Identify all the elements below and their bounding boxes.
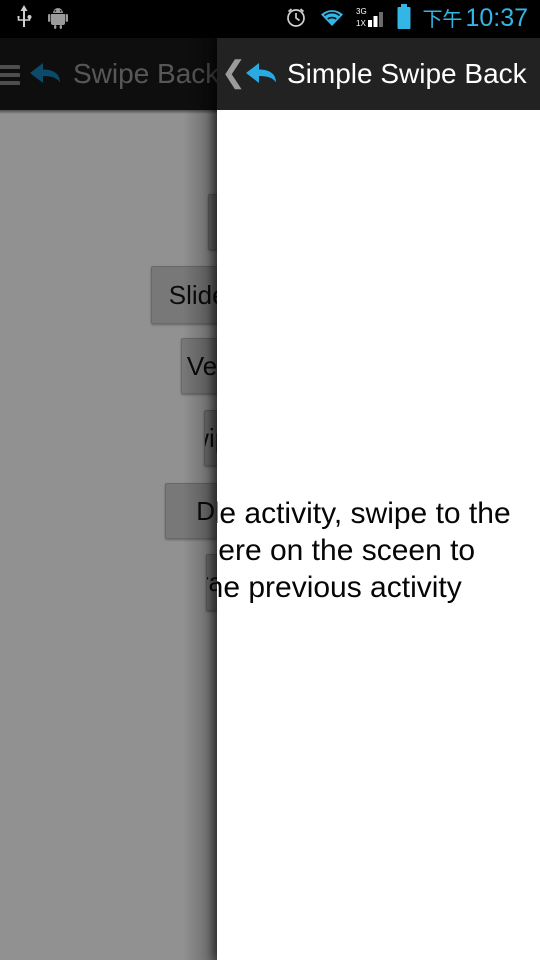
status-bar: 3G 1X 下午 10:37 (0, 0, 540, 38)
clock-time: 10:37 (465, 4, 528, 32)
alarm-clock-icon (284, 5, 308, 34)
previous-activity-content: Slide Back Slide Back No Shadow Vertical S… (0, 114, 217, 960)
current-activity-content: This is a simple activity, swipe to the … (217, 110, 540, 960)
blue-back-arrow-icon[interactable] (245, 60, 279, 90)
previous-activity-action-bar: Swipe Back (0, 38, 217, 110)
previous-activity-panel[interactable]: Swipe Back Slide Back Slide Back No Shado… (0, 38, 217, 960)
previous-activity-button[interactable]: Swipe Back Fragment (204, 410, 217, 466)
chevron-left-icon[interactable]: ❮ (221, 38, 246, 110)
swipe-instruction-text: This is a simple activity, swipe to the … (217, 497, 511, 604)
previous-activity-button[interactable]: Vertical Swipe Back (181, 338, 217, 394)
android-debug-icon (48, 5, 68, 34)
wifi-icon (318, 6, 346, 33)
previous-activity-button[interactable]: Drag Back Activity (165, 483, 217, 539)
svg-text:3G: 3G (356, 7, 367, 16)
clock-ampm: 下午 (422, 9, 463, 31)
status-bar-clock: 下午 10:37 (422, 0, 528, 39)
previous-activity-button[interactable]: Slide Back (208, 194, 217, 250)
usb-icon (14, 4, 34, 34)
current-activity-action-bar: ❮ Simple Swipe Back (217, 38, 540, 110)
status-bar-right-icons: 3G 1X 下午 10:37 (284, 0, 528, 38)
previous-activity-title: Swipe Back (73, 58, 217, 89)
battery-icon (396, 3, 412, 35)
blue-back-arrow-icon[interactable] (29, 60, 63, 90)
status-bar-left-icons (14, 0, 68, 38)
signal-3g-1x-icon: 3G 1X (356, 5, 386, 34)
phone-screen: 3G 1X 下午 10:37 Swipe Back Slid Ve i D ❮ … (0, 0, 540, 960)
previous-activity-button[interactable]: Slide Back No Shadow (151, 266, 217, 324)
svg-text:1X: 1X (356, 19, 366, 28)
current-activity-panel[interactable]: ❮ Simple Swipe Back This is a simple act… (217, 38, 540, 960)
hamburger-menu-icon[interactable] (0, 65, 20, 85)
previous-activity-button[interactable]: Drag Back Fragment (206, 554, 217, 611)
current-activity-title: Simple Swipe Back (287, 58, 527, 89)
